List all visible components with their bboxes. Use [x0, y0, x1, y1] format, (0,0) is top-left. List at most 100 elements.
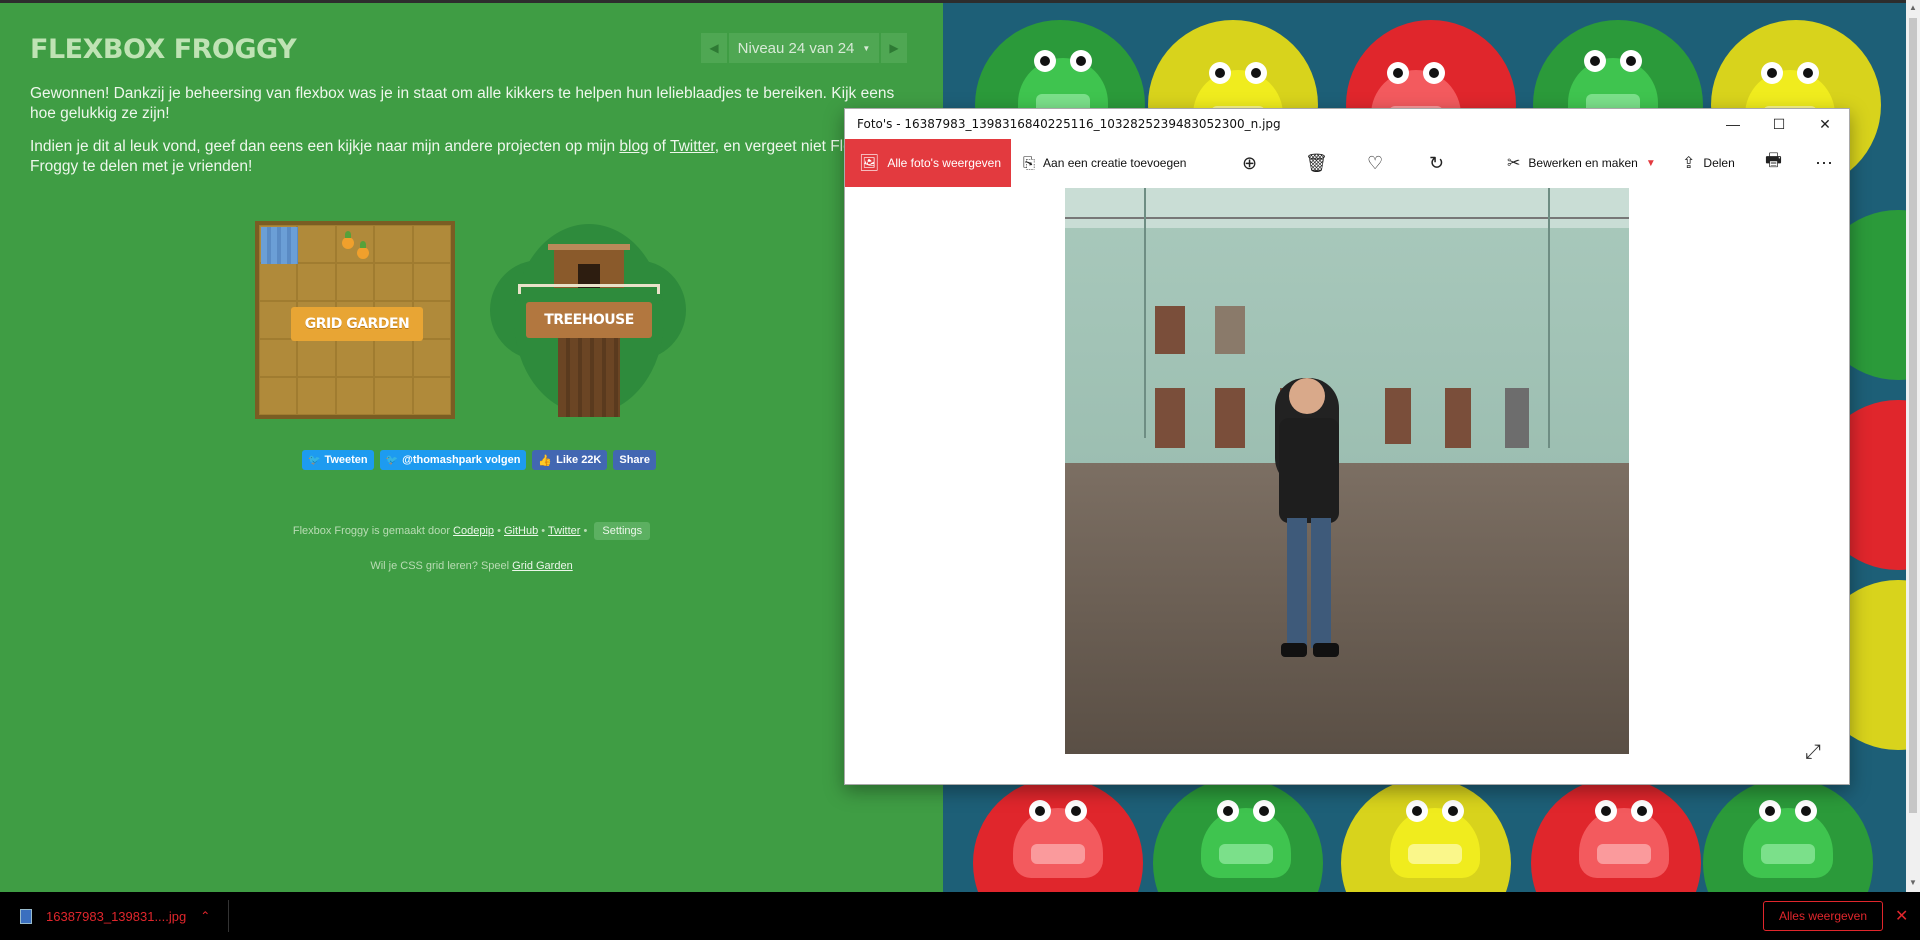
show-all-downloads-button[interactable]: Alles weergeven: [1763, 901, 1883, 931]
treehouse-button[interactable]: TREEHOUSE: [526, 302, 652, 338]
photos-toolbar: 🖼 Alle foto's weergeven ⎘ Aan een creati…: [845, 139, 1849, 187]
settings-button[interactable]: Settings: [594, 522, 651, 540]
photo[interactable]: [1065, 188, 1629, 754]
download-filename: 16387983_139831....jpg: [46, 908, 187, 924]
delete-button[interactable]: 🗑: [1305, 139, 1328, 187]
frog-eye: [1761, 62, 1783, 84]
twitter-bird-icon: 🐦: [308, 454, 321, 466]
codepip-link[interactable]: Codepip: [453, 525, 494, 537]
frog-eye: [1217, 800, 1239, 822]
twitter-bird-icon: 🐦: [385, 454, 399, 466]
window-titlebar[interactable]: Foto's - 16387983_1398316840225116_10328…: [845, 109, 1849, 139]
rotate-button[interactable]: ↻: [1429, 139, 1444, 187]
frog-eye: [1423, 62, 1445, 84]
follow-label: @thomashpark volgen: [402, 454, 521, 466]
win-message: Gewonnen! Dankzij je beheersing van flex…: [30, 85, 895, 122]
divider: [228, 900, 229, 932]
scroll-up-icon[interactable]: ▲: [1909, 3, 1917, 12]
share-photo-button[interactable]: ⇪ Delen: [1682, 139, 1735, 187]
caret-down-icon: ▼: [862, 43, 871, 53]
promo-text: Wil je CSS grid leren? Speel: [370, 560, 513, 572]
close-download-bar-icon[interactable]: ✕: [1895, 906, 1908, 926]
frog-eye: [1034, 50, 1056, 72]
next-level-button[interactable]: ▶: [881, 33, 907, 63]
fullscreen-expand-icon[interactable]: ⤢: [1805, 741, 1821, 764]
frog-eye: [1406, 800, 1428, 822]
frog-eye: [1029, 800, 1051, 822]
tweet-button[interactable]: 🐦 Tweeten: [302, 450, 374, 470]
like-button[interactable]: 👍 Like 22K: [532, 450, 608, 470]
photo-image: [1065, 188, 1629, 754]
frog-eye: [1387, 62, 1409, 84]
share-label: Delen: [1703, 156, 1735, 170]
photo-gallery-icon: 🖼: [859, 155, 880, 172]
frog-belly: [1408, 844, 1462, 864]
treehouse-tile[interactable]: TREEHOUSE: [490, 222, 688, 420]
level-label: Niveau 24 van 24: [737, 39, 855, 57]
heart-icon: ♡: [1367, 152, 1384, 173]
game-title: FLEXBOX FROGGY: [30, 34, 297, 65]
more-options-icon: ⋯: [1815, 152, 1833, 173]
like-label: Like 22K: [556, 454, 602, 466]
print-button[interactable]: 🖶: [1765, 139, 1782, 187]
favorite-button[interactable]: ♡: [1367, 139, 1383, 187]
share-button[interactable]: Share: [613, 450, 656, 470]
more-button[interactable]: ⋯: [1815, 139, 1833, 187]
printer-icon: 🖶: [1765, 150, 1782, 170]
water-tile: [261, 227, 298, 264]
zoom-button[interactable]: ⊕: [1242, 139, 1257, 187]
frog-eye: [1070, 50, 1092, 72]
frog-belly: [1031, 844, 1085, 864]
frog-eye: [1584, 50, 1606, 72]
share-message-or: of: [648, 138, 670, 155]
follow-button[interactable]: 🐦 @thomashpark volgen: [379, 450, 527, 470]
window-title: Foto's - 16387983_1398316840225116_10328…: [857, 117, 1281, 131]
all-photos-button[interactable]: 🖼 Alle foto's weergeven: [845, 139, 1011, 187]
frog-eye: [1797, 62, 1819, 84]
grid-garden-button[interactable]: GRID GARDEN: [291, 307, 423, 341]
close-icon[interactable]: ✕: [1802, 109, 1848, 139]
page-scrollbar[interactable]: ▲ ▼: [1906, 0, 1920, 892]
tweet-label: Tweeten: [324, 454, 368, 466]
github-link[interactable]: GitHub: [504, 525, 538, 537]
level-selector[interactable]: Niveau 24 van 24 ▼: [729, 33, 879, 63]
scroll-down-icon[interactable]: ▼: [1909, 878, 1917, 887]
twitter-link[interactable]: Twitter: [670, 138, 715, 155]
chevron-down-icon: ▼: [1645, 157, 1656, 169]
frog-eye: [1209, 62, 1231, 84]
edit-create-button[interactable]: ✂ Bewerken en maken ▼: [1507, 139, 1656, 187]
trash-icon: 🗑: [1305, 152, 1328, 173]
grid-garden-tile[interactable]: GRID GARDEN: [255, 221, 455, 419]
photos-window: Foto's - 16387983_1398316840225116_10328…: [844, 108, 1850, 785]
add-creation-icon: ⎘: [1023, 154, 1036, 172]
twitter-footer-link[interactable]: Twitter: [548, 525, 580, 537]
frog-eye: [1442, 800, 1464, 822]
all-photos-label: Alle foto's weergeven: [887, 156, 1002, 170]
separator: •: [580, 525, 591, 537]
treehouse-roof: [548, 244, 630, 250]
credits-line: Flexbox Froggy is gemaakt door Codepip •…: [0, 522, 943, 540]
thumbs-up-icon: 👍: [538, 454, 553, 467]
frog-eye: [1245, 62, 1267, 84]
level-navigation: ◀ Niveau 24 van 24 ▼ ▶: [701, 33, 907, 63]
download-item[interactable]: 16387983_139831....jpg ⌃: [20, 892, 210, 940]
add-to-creation-button[interactable]: ⎘ Aan een creatie toevoegen: [1023, 139, 1186, 187]
prev-level-button[interactable]: ◀: [701, 33, 727, 63]
game-panel: FLEXBOX FROGGY ◀ Niveau 24 van 24 ▼ ▶ Ge…: [0, 0, 943, 892]
frog-belly: [1219, 844, 1273, 864]
file-icon: [20, 908, 32, 924]
grid-garden-link[interactable]: Grid Garden: [512, 560, 573, 572]
scrollbar-thumb[interactable]: [1909, 18, 1917, 813]
zoom-in-icon: ⊕: [1242, 152, 1258, 173]
frog-belly: [1761, 844, 1815, 864]
chevron-up-icon[interactable]: ⌃: [200, 909, 210, 923]
blog-link[interactable]: blog: [619, 138, 648, 155]
maximize-icon[interactable]: ☐: [1756, 109, 1802, 139]
credits-text: Flexbox Froggy is gemaakt door: [292, 525, 454, 537]
tree-trunk: [558, 337, 620, 417]
top-line: [943, 0, 1920, 3]
frog-belly: [1597, 844, 1651, 864]
carrot-icon: [357, 241, 369, 259]
minimize-icon[interactable]: —: [1710, 109, 1756, 139]
frog-eye: [1620, 50, 1642, 72]
